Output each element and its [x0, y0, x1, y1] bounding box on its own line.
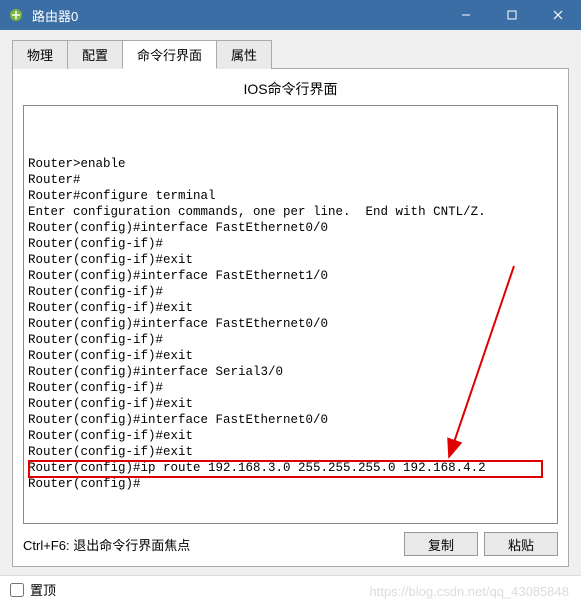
terminal-line: [28, 108, 553, 124]
window-title: 路由器0: [32, 6, 443, 25]
router-icon: [8, 7, 24, 23]
close-button[interactable]: [535, 0, 581, 30]
terminal-line: Enter configuration commands, one per li…: [28, 204, 553, 220]
maximize-button[interactable]: [489, 0, 535, 30]
terminal-line: Router(config-if)#: [28, 380, 553, 396]
terminal-line: Router>enable: [28, 156, 553, 172]
pin-label: 置顶: [30, 580, 56, 599]
terminal-line: Router#configure terminal: [28, 188, 553, 204]
terminal-line: Router(config-if)#exit: [28, 444, 553, 460]
terminal-line: Router(config-if)#exit: [28, 428, 553, 444]
cli-pane: IOS命令行界面 Router>enableRouter#Router#conf…: [12, 68, 569, 567]
terminal-line: Router(config)#interface FastEthernet0/0: [28, 316, 553, 332]
terminal-line: Router(config-if)#exit: [28, 396, 553, 412]
terminal-line: Router(config)#: [28, 476, 553, 492]
terminal-line: [28, 140, 553, 156]
terminal-line: Router(config)#ip route 192.168.3.0 255.…: [28, 460, 553, 476]
tab-3[interactable]: 属性: [216, 40, 272, 69]
window-controls: [443, 0, 581, 30]
pin-checkbox[interactable]: [10, 583, 24, 597]
terminal-line: Router#: [28, 172, 553, 188]
minimize-button[interactable]: [443, 0, 489, 30]
terminal-line: Router(config)#interface Serial3/0: [28, 364, 553, 380]
footer-row: Ctrl+F6: 退出命令行界面焦点 复制 粘贴: [23, 532, 558, 556]
client-area: 物理配置命令行界面属性 IOS命令行界面 Router>enableRouter…: [0, 30, 581, 575]
terminal-wrapper: Router>enableRouter#Router#configure ter…: [23, 105, 558, 524]
terminal-line: Router(config)#interface FastEthernet0/0: [28, 220, 553, 236]
copy-button[interactable]: 复制: [404, 532, 478, 556]
terminal-line: Router(config-if)#: [28, 236, 553, 252]
terminal-line: Router(config-if)#: [28, 332, 553, 348]
watermark: https://blog.csdn.net/qq_43085848: [370, 584, 570, 599]
tab-0[interactable]: 物理: [12, 40, 68, 69]
bottom-bar: 置顶 https://blog.csdn.net/qq_43085848: [0, 575, 581, 603]
terminal-line: Router(config-if)#: [28, 284, 553, 300]
terminal-line: Router(config-if)#exit: [28, 300, 553, 316]
terminal-line: [28, 124, 553, 140]
tab-1[interactable]: 配置: [67, 40, 123, 69]
pane-title: IOS命令行界面: [23, 79, 558, 99]
terminal-line: Router(config-if)#exit: [28, 252, 553, 268]
terminal[interactable]: Router>enableRouter#Router#configure ter…: [24, 106, 557, 523]
paste-button[interactable]: 粘贴: [484, 532, 558, 556]
hint-text: Ctrl+F6: 退出命令行界面焦点: [23, 535, 398, 554]
tab-2[interactable]: 命令行界面: [122, 40, 217, 69]
titlebar: 路由器0: [0, 0, 581, 30]
terminal-line: Router(config)#interface FastEthernet1/0: [28, 268, 553, 284]
terminal-line: Router(config)#interface FastEthernet0/0: [28, 412, 553, 428]
tab-bar: 物理配置命令行界面属性: [12, 40, 569, 69]
terminal-line: Router(config-if)#exit: [28, 348, 553, 364]
